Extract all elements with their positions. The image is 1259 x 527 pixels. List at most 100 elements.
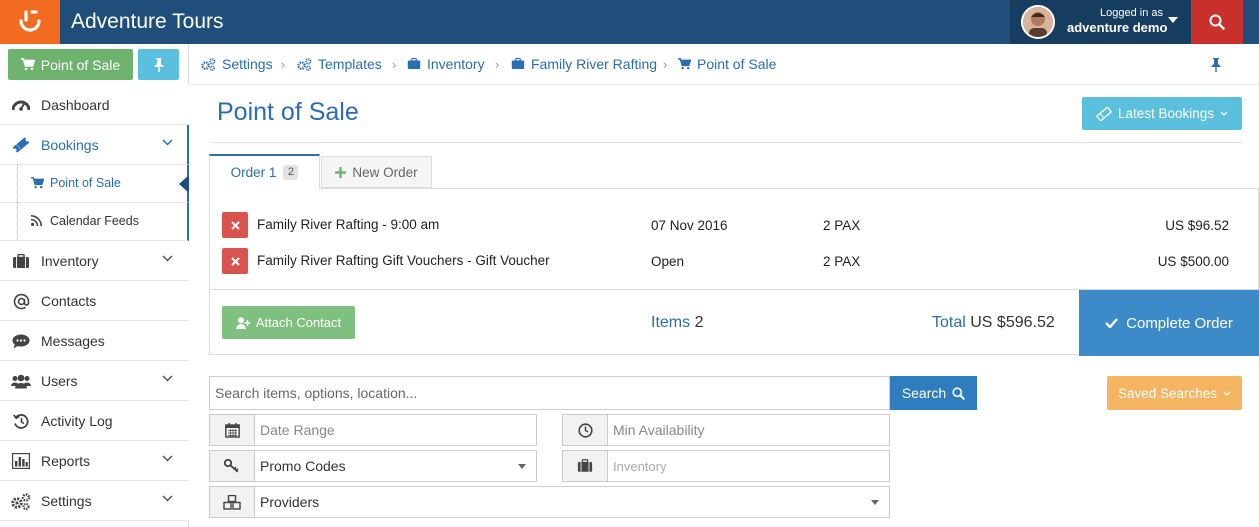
sidebar-subitem-label: Point of Sale (50, 176, 121, 190)
chevron-down-icon (162, 139, 173, 146)
briefcase-icon (407, 58, 421, 70)
providers-value: Providers (260, 494, 320, 510)
dashboard-icon (11, 96, 31, 114)
latest-bookings-button[interactable]: Latest Bookings (1082, 97, 1242, 130)
breadcrumb-label: Inventory (427, 56, 485, 72)
pin-icon[interactable] (1210, 58, 1222, 72)
sidebar-subitem-calendar-feeds[interactable]: Calendar Feeds (0, 203, 189, 241)
app-logo[interactable] (0, 0, 60, 44)
avatar (1021, 5, 1055, 39)
saved-searches-label: Saved Searches (1117, 385, 1218, 401)
divider (210, 142, 1242, 143)
date-range-field[interactable]: Date Range (209, 414, 537, 446)
chevron-down-icon (162, 255, 173, 262)
sidebar-item-dashboard[interactable]: Dashboard (0, 85, 189, 125)
key-icon (210, 451, 255, 481)
ticket-icon (1096, 106, 1112, 121)
sidebar-item-label: Settings (41, 492, 92, 509)
search-button[interactable]: Search (890, 376, 977, 410)
item-price: US $96.52 (1165, 218, 1229, 233)
cart-icon (678, 58, 691, 70)
promo-codes-select[interactable]: Promo Codes (209, 450, 537, 482)
item-price: US $500.00 (1157, 254, 1229, 269)
cogs-icon (201, 57, 216, 71)
sidebar-item-contacts[interactable]: Contacts (0, 281, 189, 321)
tab-order-1[interactable]: Order 1 2 (209, 154, 320, 189)
search-icon (1209, 14, 1225, 30)
tab-label: New Order (352, 164, 418, 180)
total-value: US $596.52 (970, 314, 1055, 331)
sidebar-item-settings[interactable]: Settings (0, 481, 189, 521)
breadcrumb-label: Settings (222, 56, 273, 72)
sidebar-item-activity-log[interactable]: Activity Log (0, 401, 189, 441)
sidebar-item-label: Dashboard (41, 96, 110, 113)
bar-chart-icon (11, 452, 31, 470)
attach-contact-button[interactable]: Attach Contact (222, 306, 355, 339)
item-name[interactable]: Family River Rafting - 9:00 am (257, 217, 439, 232)
complete-order-label: Complete Order (1126, 314, 1233, 332)
breadcrumb-family-river-rafting[interactable]: Family River Rafting (511, 56, 657, 72)
check-icon (1105, 318, 1119, 328)
search-icon (952, 386, 965, 400)
tab-label: Order 1 (230, 165, 277, 180)
order-line-item: Family River Rafting Gift Vouchers - Gif… (210, 248, 1258, 276)
sidebar-item-inventory[interactable]: Inventory (0, 241, 189, 281)
sidebar-item-users[interactable]: Users (0, 361, 189, 401)
sidebar-item-label: Bookings (41, 136, 99, 153)
remove-item-button[interactable] (222, 248, 248, 274)
breadcrumb: Settings › Templates › Inventory › Famil… (190, 44, 1259, 85)
tab-new-order[interactable]: New Order (321, 156, 432, 188)
items-count: Items 2 (651, 314, 703, 332)
point-of-sale-button[interactable]: Point of Sale (8, 49, 133, 80)
global-search-button[interactable] (1191, 0, 1243, 44)
min-availability-field[interactable]: Min Availability (562, 414, 890, 446)
search-button-label: Search (901, 385, 947, 401)
inventory-placeholder: Inventory (613, 459, 667, 474)
chevron-down-icon (162, 375, 173, 382)
item-date: 07 Nov 2016 (651, 218, 728, 233)
caret-down-icon (518, 464, 526, 469)
item-pax: 2 PAX (823, 254, 861, 269)
sidebar-item-label: Reports (41, 452, 91, 469)
pin-sidebar-button[interactable] (138, 49, 179, 80)
inventory-field[interactable]: Inventory (562, 450, 890, 482)
sidebar-item-label: Messages (41, 332, 105, 349)
chevron-down-icon (162, 495, 173, 502)
search-input[interactable] (209, 376, 890, 410)
logo-icon (19, 10, 41, 32)
user-menu[interactable]: Logged in as adventure demo (1010, 0, 1191, 44)
cogs-icon (11, 492, 31, 510)
breadcrumb-label: Family River Rafting (531, 56, 658, 72)
breadcrumb-label: Point of Sale (697, 56, 777, 72)
min-availability-placeholder: Min Availability (613, 422, 705, 438)
current-indicator (179, 175, 189, 193)
remove-item-button[interactable] (222, 212, 248, 238)
add-user-icon (235, 316, 251, 329)
sidebar: Point of Sale Dashboard Bookings Point o… (0, 44, 189, 527)
sidebar-item-label: Activity Log (41, 412, 113, 429)
breadcrumb-label: Templates (318, 56, 382, 72)
sidebar-item-label: Contacts (41, 292, 97, 309)
complete-order-button[interactable]: Complete Order (1079, 290, 1259, 356)
sidebar-subitem-label: Calendar Feeds (50, 214, 139, 228)
breadcrumb-inventory[interactable]: Inventory (407, 56, 485, 72)
breadcrumb-point-of-sale[interactable]: Point of Sale (678, 56, 776, 72)
sidebar-subitem-point-of-sale[interactable]: Point of Sale (0, 165, 189, 203)
providers-select[interactable]: Providers (209, 486, 890, 518)
saved-searches-button[interactable]: Saved Searches (1107, 376, 1242, 410)
rss-icon (31, 215, 42, 226)
user-name: adventure demo (1067, 20, 1168, 35)
order-footer: Attach Contact Items 2 Total US $596.52 … (210, 289, 1259, 356)
sidebar-item-messages[interactable]: Messages (0, 321, 189, 361)
breadcrumb-settings[interactable]: Settings (201, 56, 273, 72)
item-name[interactable]: Family River Rafting Gift Vouchers - Gif… (257, 253, 550, 268)
items-value: 2 (694, 314, 704, 331)
date-range-placeholder: Date Range (260, 422, 335, 438)
latest-bookings-label: Latest Bookings (1117, 106, 1215, 121)
promo-codes-value: Promo Codes (260, 458, 346, 474)
breadcrumb-templates[interactable]: Templates (297, 56, 382, 72)
sidebar-item-bookings[interactable]: Bookings (0, 125, 189, 165)
close-icon (230, 256, 240, 266)
sidebar-item-reports[interactable]: Reports (0, 441, 189, 481)
cogs-icon (297, 57, 312, 71)
